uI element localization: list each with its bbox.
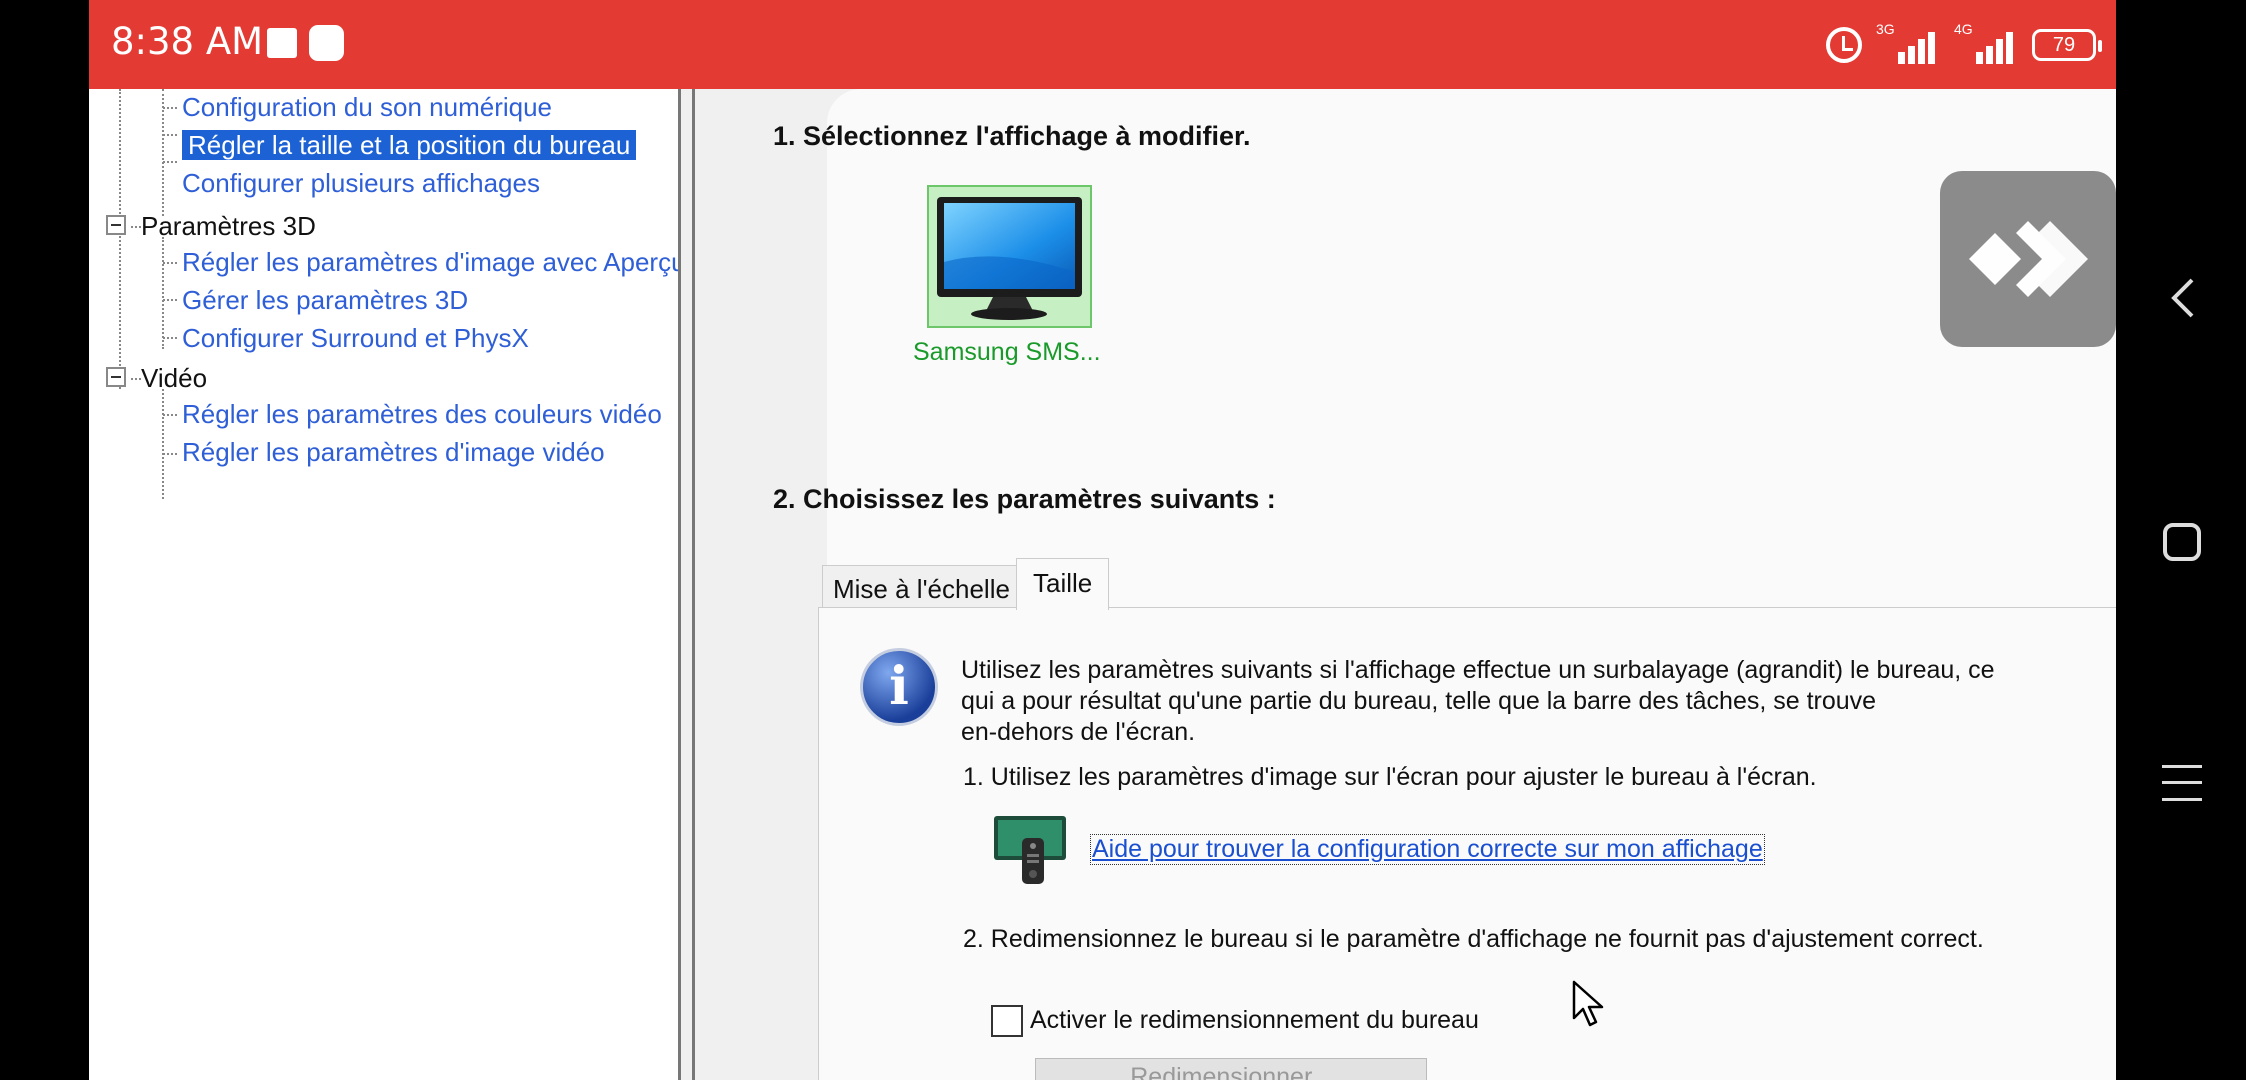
- anydesk-logo-icon: [1969, 221, 2088, 297]
- remote-desktop-floating-button[interactable]: [1940, 171, 2116, 347]
- section1-title: 1. Sélectionnez l'affichage à modifier.: [773, 121, 1251, 151]
- tree-item-multiple-displays[interactable]: Configurer plusieurs affichages: [182, 166, 540, 200]
- tree-category-video[interactable]: Vidéo: [141, 361, 207, 395]
- battery-level: 79: [2052, 34, 2076, 56]
- resize-button[interactable]: Redimensionner...: [1035, 1058, 1427, 1080]
- enable-resize-checkbox[interactable]: [991, 1005, 1023, 1037]
- section2-title: 2. Choisissez les paramètres suivants :: [773, 484, 1276, 514]
- signal-4g-icon: 4G: [1954, 21, 2018, 66]
- tree-item-manage-3d[interactable]: Gérer les paramètres 3D: [182, 283, 468, 317]
- monitor-icon: [937, 197, 1082, 320]
- network-type-label: 3G: [1876, 21, 1895, 37]
- step1-text: 1. Utilisez les paramètres d'image sur l…: [963, 763, 1817, 791]
- display-name[interactable]: Samsung SMS...: [913, 338, 1101, 367]
- home-icon[interactable]: [2163, 523, 2201, 561]
- battery-icon: 79: [2032, 29, 2102, 61]
- tree-item-video-image[interactable]: Régler les paramètres d'image vidéo: [182, 435, 605, 469]
- collapse-video-icon[interactable]: [106, 367, 126, 387]
- collapse-3d-icon[interactable]: [106, 215, 126, 235]
- tree-item-video-colors[interactable]: Régler les paramètres des couleurs vidéo: [182, 397, 662, 431]
- info-icon: i: [860, 648, 938, 726]
- tree-category-3d[interactable]: Paramètres 3D: [141, 209, 316, 243]
- enable-resize-label[interactable]: Activer le redimensionnement du bureau: [1030, 1006, 1479, 1035]
- app-notification-icon: [309, 25, 344, 61]
- status-icons: 3G 4G 79: [1826, 21, 2102, 68]
- tab-scaling[interactable]: Mise à l'échelle: [822, 565, 1021, 607]
- status-bar: 8:38 AM 3G 4G 79: [89, 0, 2116, 89]
- mouse-cursor-icon: [1572, 980, 1604, 1027]
- tree-item-desktop-size-position[interactable]: Régler la taille et la position du burea…: [182, 128, 637, 162]
- tab-size[interactable]: Taille: [1016, 558, 1110, 610]
- display-remote-icon: [994, 816, 1066, 884]
- display-selector[interactable]: [927, 185, 1092, 328]
- back-icon[interactable]: [2164, 276, 2204, 320]
- navigation-tree: Configuration du son numérique Régler la…: [89, 89, 678, 1080]
- menu-icon[interactable]: [2162, 764, 2202, 802]
- status-time: 8:38 AM: [111, 20, 264, 63]
- tree-item-digital-audio[interactable]: Configuration du son numérique: [182, 90, 552, 124]
- panel-splitter[interactable]: [678, 89, 695, 1080]
- alarm-icon: [1826, 27, 1862, 63]
- network-type-label: 4G: [1954, 21, 1973, 37]
- info-text: Utilisez les paramètres suivants si l'af…: [961, 656, 1995, 746]
- tree-item-image-preview[interactable]: Régler les paramètres d'image avec Aperç…: [182, 245, 678, 279]
- step2-text: 2. Redimensionnez le bureau si le paramè…: [963, 925, 1984, 953]
- signal-3g-icon: 3G: [1876, 21, 1940, 66]
- selected-tree-label: Régler la taille et la position du burea…: [182, 130, 637, 160]
- notification-icon: [267, 28, 297, 58]
- tree-item-surround-physx[interactable]: Configurer Surround et PhysX: [182, 321, 529, 355]
- help-link[interactable]: Aide pour trouver la configuration corre…: [1090, 834, 1765, 865]
